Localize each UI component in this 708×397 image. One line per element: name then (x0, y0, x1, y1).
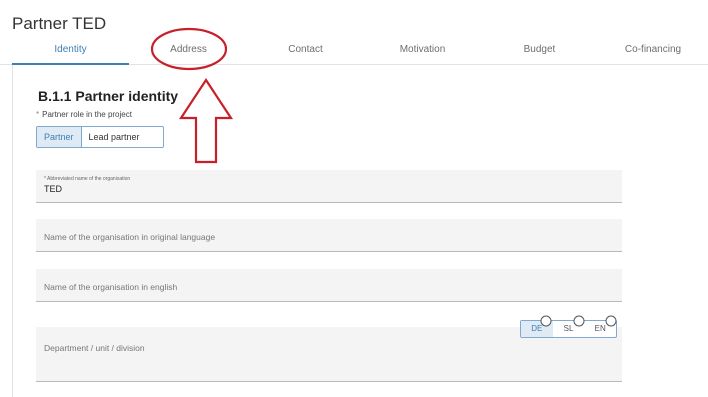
active-tab-indicator (12, 63, 129, 65)
section-heading: B.1.1 Partner identity (38, 88, 179, 104)
tab-budget[interactable]: Budget (481, 38, 598, 62)
tab-bar: Identity Address Contact Motivation Budg… (0, 38, 708, 64)
language-option-de[interactable]: DE (521, 321, 553, 337)
language-option-en[interactable]: EN (584, 321, 616, 337)
partner-role-label: * Partner role in the project (36, 110, 132, 119)
partner-role-toggle: Partner Lead partner (36, 126, 164, 148)
english-name-placeholder: Name of the organisation in english (44, 282, 178, 292)
page-title: Partner TED (12, 14, 107, 33)
annotation-arrow-icon (178, 77, 234, 164)
language-option-sl[interactable]: SL (553, 321, 585, 337)
abbreviated-name-field[interactable]: * Abbreviated name of the organisation T… (36, 170, 622, 203)
department-placeholder: Department / unit / division (44, 343, 145, 353)
english-name-field[interactable]: Name of the organisation in english (36, 269, 622, 302)
abbreviated-name-value: TED (44, 184, 62, 194)
role-option-lead-partner[interactable]: Lead partner (82, 127, 147, 147)
abbreviated-name-label: * Abbreviated name of the organisation (44, 176, 131, 182)
tab-address[interactable]: Address (130, 38, 247, 62)
role-option-partner[interactable]: Partner (37, 127, 82, 147)
language-selector: DE SL EN (520, 320, 617, 338)
original-language-name-field[interactable]: Name of the organisation in original lan… (36, 219, 622, 252)
original-language-name-placeholder: Name of the organisation in original lan… (44, 232, 216, 242)
tab-contact[interactable]: Contact (247, 38, 364, 62)
partner-role-label-text: Partner role in the project (42, 110, 132, 119)
tab-motivation[interactable]: Motivation (364, 38, 481, 62)
required-mark: * (36, 110, 40, 119)
content-border (12, 65, 13, 397)
tab-co-financing[interactable]: Co-financing (598, 38, 708, 62)
tab-identity[interactable]: Identity (12, 38, 129, 62)
